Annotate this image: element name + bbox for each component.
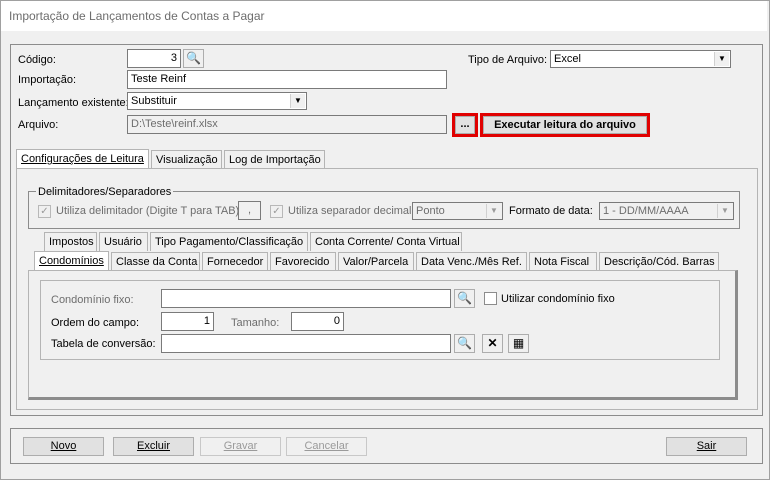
- codigo-search-button[interactable]: 🔍: [183, 49, 204, 68]
- delimitador-input[interactable]: ,: [238, 201, 261, 220]
- codigo-label: Código:: [18, 54, 56, 66]
- novo-button[interactable]: Novo: [23, 437, 104, 456]
- gravar-button[interactable]: Gravar: [200, 437, 281, 456]
- tab-classe-conta[interactable]: Classe da Conta: [111, 252, 200, 271]
- tab-descricao[interactable]: Descrição/Cód. Barras: [599, 252, 719, 271]
- utiliza-delimitador-label: Utiliza delimitador (Digite T para TAB): [56, 205, 240, 217]
- chevron-down-icon: ▼: [486, 204, 501, 218]
- chevron-down-icon: ▼: [290, 94, 305, 108]
- utiliza-delimitador-checkbox[interactable]: ✓: [38, 205, 51, 218]
- tab-impostos[interactable]: Impostos: [44, 232, 97, 251]
- window-title: Importação de Lançamentos de Contas a Pa…: [1, 1, 767, 31]
- form-edit-icon: ▦: [512, 336, 525, 350]
- binoculars-icon: 🔍: [457, 291, 472, 305]
- tab-configuracoes-leitura[interactable]: Configurações de Leitura: [16, 149, 149, 168]
- arquivo-label: Arquivo:: [18, 119, 59, 131]
- arquivo-input[interactable]: D:\Teste\reinf.xlsx: [127, 115, 447, 134]
- excluir-button[interactable]: Excluir: [113, 437, 194, 456]
- utilizar-condominio-label: Utilizar condomínio fixo: [501, 293, 615, 305]
- tabela-search-button[interactable]: 🔍: [454, 334, 475, 353]
- tab-usuario[interactable]: Usuário: [99, 232, 148, 251]
- chevron-down-icon: ▼: [714, 52, 729, 66]
- cancelar-button[interactable]: Cancelar: [286, 437, 367, 456]
- utiliza-separador-label: Utiliza separador decimal: [288, 205, 412, 217]
- formato-data-select[interactable]: 1 - DD/MM/AAAA ▼: [599, 202, 734, 220]
- tab-condominios[interactable]: Condomínios: [34, 251, 109, 270]
- tab-favorecido[interactable]: Favorecido: [270, 252, 336, 271]
- chevron-down-icon: ▼: [717, 204, 732, 218]
- tab-tipo-pagamento[interactable]: Tipo Pagamento/Classificação: [150, 232, 308, 251]
- binoculars-icon: 🔍: [186, 51, 201, 65]
- close-icon: ✕: [487, 336, 498, 350]
- tab-nota-fiscal[interactable]: Nota Fiscal: [529, 252, 597, 271]
- tabela-conversao-label: Tabela de conversão:: [51, 338, 156, 350]
- importacao-input[interactable]: Teste Reinf: [127, 70, 447, 89]
- condominio-search-button[interactable]: 🔍: [454, 289, 475, 308]
- tab-conta-corrente[interactable]: Conta Corrente/ Conta Virtual: [310, 232, 462, 251]
- tab-data-venc[interactable]: Data Venc./Mês Ref.: [416, 252, 527, 271]
- tipo-arquivo-select[interactable]: Excel ▼: [550, 50, 731, 68]
- formato-data-label: Formato de data:: [509, 205, 593, 217]
- utilizar-condominio-checkbox[interactable]: [484, 292, 497, 305]
- sair-button[interactable]: Sair: [666, 437, 747, 456]
- tamanho-label: Tamanho:: [231, 317, 280, 329]
- importacao-label: Importação:: [18, 74, 77, 86]
- delimitadores-label: Delimitadores/Separadores: [36, 185, 174, 199]
- tabela-clear-button[interactable]: ✕: [482, 334, 503, 353]
- ordem-campo-input[interactable]: 1: [161, 312, 214, 331]
- tab-fornecedor[interactable]: Fornecedor: [202, 252, 268, 271]
- tamanho-input[interactable]: 0: [291, 312, 344, 331]
- lancamento-select[interactable]: Substituir ▼: [127, 92, 307, 110]
- executar-leitura-button[interactable]: Executar leitura do arquivo: [480, 113, 650, 137]
- tabela-conversao-input[interactable]: [161, 334, 451, 353]
- binoculars-icon: 🔍: [457, 336, 472, 350]
- lancamento-label: Lançamento existente:: [18, 97, 129, 109]
- utiliza-separador-checkbox[interactable]: ✓: [270, 205, 283, 218]
- condominio-fixo-label: Condomínio fixo:: [51, 294, 134, 306]
- tab-visualizacao[interactable]: Visualização: [151, 150, 222, 169]
- tipo-arquivo-label: Tipo de Arquivo:: [468, 54, 548, 66]
- ordem-campo-label: Ordem do campo:: [51, 317, 140, 329]
- tab-valor-parcela[interactable]: Valor/Parcela: [338, 252, 414, 271]
- tabela-edit-button[interactable]: ▦: [508, 334, 529, 353]
- codigo-input[interactable]: 3: [127, 49, 181, 68]
- browse-button[interactable]: ...: [452, 113, 478, 137]
- separador-select[interactable]: Ponto ▼: [412, 202, 503, 220]
- tab-log-importacao[interactable]: Log de Importação: [224, 150, 325, 169]
- condominio-fixo-input[interactable]: [161, 289, 451, 308]
